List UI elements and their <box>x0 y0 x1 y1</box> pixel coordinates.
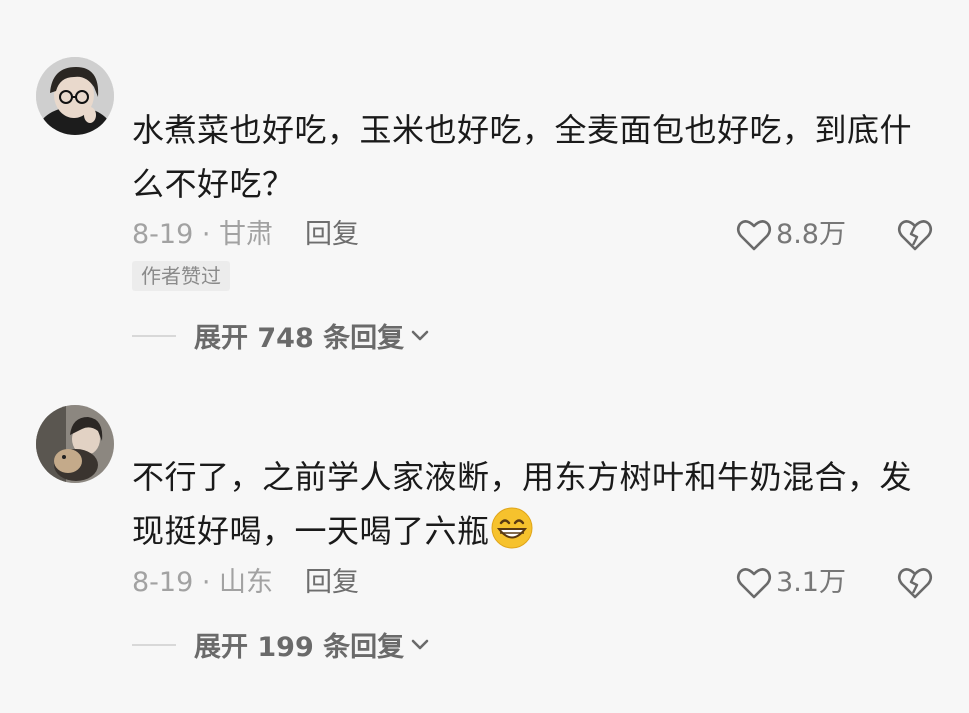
like-count: 8.8万 <box>776 219 846 250</box>
broken-heart-icon <box>897 220 933 251</box>
dislike-button[interactable] <box>897 566 933 604</box>
chevron-down-icon <box>411 330 429 340</box>
dislike-button[interactable] <box>897 218 933 256</box>
comment-date-location: 8-19 · 甘肃 <box>132 219 274 250</box>
author-liked-badge: 作者赞过 <box>132 261 230 291</box>
avatar[interactable] <box>36 405 114 483</box>
like-count: 3.1万 <box>776 567 846 598</box>
comment-text: 水煮菜也好吃，玉米也好吃，全麦面包也好吃，到底什么不好吃？ <box>132 111 913 203</box>
reply-button[interactable]: 回复 <box>305 218 359 252</box>
broken-heart-icon <box>897 568 933 599</box>
like-button[interactable]: 8.8万 <box>736 218 846 252</box>
avatar[interactable] <box>36 57 114 135</box>
comment-date-location: 8-19 · 山东 <box>132 567 274 598</box>
comment-text: 不行了，之前学人家液断，用东方树叶和牛奶混合，发现挺好喝，一天喝了六瓶 <box>132 450 932 566</box>
reply-button[interactable]: 回复 <box>305 566 359 600</box>
expand-replies-button[interactable]: 展开 199 条回复 <box>132 625 430 664</box>
like-button[interactable]: 3.1万 <box>736 566 846 600</box>
heart-icon <box>736 568 772 599</box>
divider <box>132 334 176 337</box>
expand-replies-label: 展开 748 条回复 <box>194 323 405 354</box>
grin-emoji-icon <box>490 506 534 566</box>
chevron-down-icon <box>411 639 429 649</box>
heart-icon <box>736 220 772 251</box>
expand-replies-button[interactable]: 展开 748 条回复 <box>132 316 430 355</box>
divider <box>132 643 176 646</box>
expand-replies-label: 展开 199 条回复 <box>194 632 405 663</box>
